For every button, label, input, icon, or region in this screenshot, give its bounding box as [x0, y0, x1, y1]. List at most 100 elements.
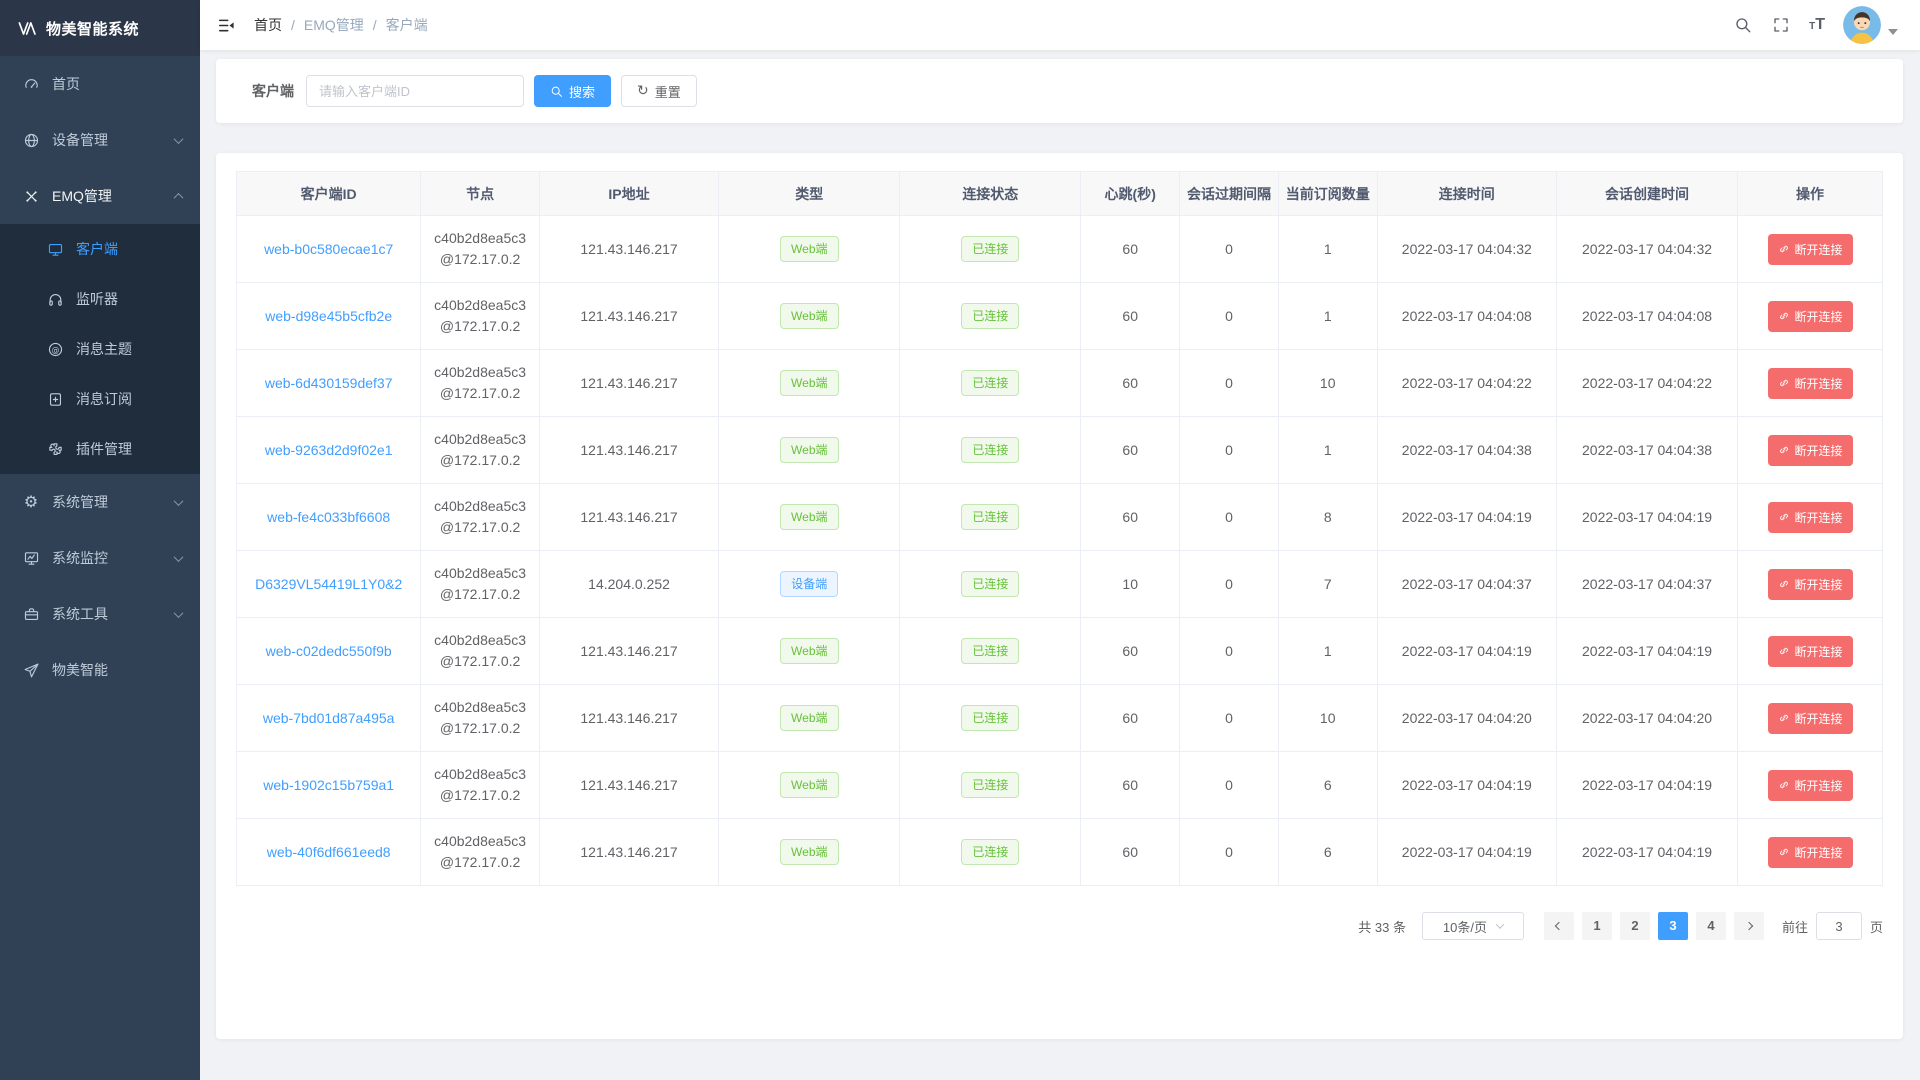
table-row: web-d98e45b5cfb2e c40b2d8ea5c3@172.17.0.…	[237, 283, 1883, 350]
disconnect-button[interactable]: 断开连接	[1768, 502, 1853, 533]
connect-time-cell: 2022-03-17 04:04:37	[1377, 551, 1556, 618]
client-id-link[interactable]: web-fe4c033bf6608	[267, 509, 390, 525]
page-size-select[interactable]: 10条/页	[1422, 912, 1524, 940]
expire-cell: 0	[1180, 417, 1279, 484]
sidebar-item-devices[interactable]: 设备管理	[0, 112, 200, 168]
connect-time-cell: 2022-03-17 04:04:08	[1377, 283, 1556, 350]
paper-plane-icon	[22, 661, 40, 679]
next-page-button[interactable]	[1734, 912, 1764, 940]
status-tag: 已连接	[961, 705, 1019, 731]
chevron-down-icon	[174, 134, 184, 144]
page-button-1[interactable]: 1	[1582, 912, 1612, 940]
sidebar-item-listeners[interactable]: 监听器	[0, 274, 200, 324]
ip-cell: 121.43.146.217	[539, 350, 718, 417]
monitor-chart-icon	[22, 549, 40, 567]
client-id-link[interactable]: web-6d430159def37	[265, 375, 393, 391]
client-id-link[interactable]: web-b0c580ecae1c7	[264, 241, 393, 257]
sidebar-item-system-monitor[interactable]: 系统监控	[0, 530, 200, 586]
sidebar: 物美智能系统 首页 设备管理 EMQ管理	[0, 0, 200, 1080]
sidebar-item-topics[interactable]: @ 消息主题	[0, 324, 200, 374]
session-time-cell: 2022-03-17 04:04:20	[1557, 685, 1738, 752]
reset-button[interactable]: ↻ 重置	[621, 75, 697, 107]
col-heartbeat: 心跳(秒)	[1081, 172, 1180, 216]
ip-cell: 14.204.0.252	[539, 551, 718, 618]
type-tag: 设备端	[780, 571, 838, 597]
table-row: web-fe4c033bf6608 c40b2d8ea5c3@172.17.0.…	[237, 484, 1883, 551]
ip-cell: 121.43.146.217	[539, 484, 718, 551]
font-size-icon[interactable]: TT	[1809, 16, 1825, 34]
topbar-actions: TT	[1733, 6, 1898, 44]
unlink-icon	[1778, 243, 1790, 255]
sidebar-item-system-tools[interactable]: 系统工具	[0, 586, 200, 642]
sidebar-item-wumei-smart[interactable]: 物美智能	[0, 642, 200, 698]
table-body: web-b0c580ecae1c7 c40b2d8ea5c3@172.17.0.…	[237, 216, 1883, 886]
unlink-icon	[1778, 377, 1790, 389]
breadcrumb-emq: EMQ管理	[304, 15, 364, 35]
sidebar-item-home[interactable]: 首页	[0, 56, 200, 112]
page-button-4[interactable]: 4	[1696, 912, 1726, 940]
page-button-2[interactable]: 2	[1620, 912, 1650, 940]
disconnect-button[interactable]: 断开连接	[1768, 234, 1853, 265]
page-jump-input[interactable]	[1816, 912, 1862, 940]
breadcrumb-home[interactable]: 首页	[254, 15, 282, 35]
col-type: 类型	[719, 172, 900, 216]
total-count: 共 33 条	[1358, 917, 1406, 936]
client-id-link[interactable]: web-9263d2d9f02e1	[265, 442, 393, 458]
sidebar-item-plugins[interactable]: 插件管理	[0, 424, 200, 474]
disconnect-button[interactable]: 断开连接	[1768, 435, 1853, 466]
monitor-icon	[46, 240, 64, 258]
disconnect-button[interactable]: 断开连接	[1768, 703, 1853, 734]
prev-page-button[interactable]	[1544, 912, 1574, 940]
node-cell: c40b2d8ea5c3@172.17.0.2	[421, 484, 540, 551]
client-id-link[interactable]: web-7bd01d87a495a	[263, 710, 395, 726]
search-button[interactable]: 搜索	[534, 75, 611, 107]
client-id-link[interactable]: web-c02dedc550f9b	[266, 643, 392, 659]
avatar[interactable]	[1843, 6, 1881, 44]
table-row: web-7bd01d87a495a c40b2d8ea5c3@172.17.0.…	[237, 685, 1883, 752]
clients-table: 客户端ID 节点 IP地址 类型 连接状态 心跳(秒) 会话过期间隔 当前订阅数…	[236, 171, 1883, 886]
search-icon[interactable]	[1733, 15, 1753, 35]
disconnect-button[interactable]: 断开连接	[1768, 569, 1853, 600]
client-id-link[interactable]: web-1902c15b759a1	[263, 777, 394, 793]
user-menu[interactable]	[1843, 6, 1898, 44]
disconnect-button[interactable]: 断开连接	[1768, 770, 1853, 801]
chevron-down-icon	[1496, 920, 1504, 928]
disconnect-button[interactable]: 断开连接	[1768, 301, 1853, 332]
node-cell: c40b2d8ea5c3@172.17.0.2	[421, 685, 540, 752]
headphones-icon	[46, 290, 64, 308]
disconnect-button[interactable]: 断开连接	[1768, 368, 1853, 399]
sidebar-collapse-icon[interactable]	[214, 13, 238, 37]
client-id-link[interactable]: web-40f6df661eed8	[267, 844, 391, 860]
sidebar-item-emq[interactable]: EMQ管理	[0, 168, 200, 224]
client-id-input[interactable]	[306, 75, 524, 107]
disconnect-button[interactable]: 断开连接	[1768, 636, 1853, 667]
heartbeat-cell: 60	[1081, 350, 1180, 417]
disconnect-button[interactable]: 断开连接	[1768, 837, 1853, 868]
col-client-id: 客户端ID	[237, 172, 421, 216]
client-id-link[interactable]: D6329VL54419L1Y0&2	[255, 576, 402, 592]
client-id-link[interactable]: web-d98e45b5cfb2e	[265, 308, 392, 324]
fullscreen-icon[interactable]	[1771, 15, 1791, 35]
connect-time-cell: 2022-03-17 04:04:22	[1377, 350, 1556, 417]
main-area: 首页 / EMQ管理 / 客户端 TT	[200, 0, 1920, 1080]
subscriptions-cell: 10	[1278, 685, 1377, 752]
table-header-row: 客户端ID 节点 IP地址 类型 连接状态 心跳(秒) 会话过期间隔 当前订阅数…	[237, 172, 1883, 216]
session-time-cell: 2022-03-17 04:04:08	[1557, 283, 1738, 350]
expire-cell: 0	[1180, 216, 1279, 283]
status-tag: 已连接	[961, 236, 1019, 262]
type-tag: Web端	[780, 705, 838, 731]
chevron-down-icon	[174, 552, 184, 562]
heartbeat-cell: 60	[1081, 819, 1180, 886]
sidebar-item-clients[interactable]: 客户端	[0, 224, 200, 274]
app-logo[interactable]: 物美智能系统	[0, 0, 200, 56]
sidebar-item-system-admin[interactable]: ⚙ 系统管理	[0, 474, 200, 530]
unlink-icon	[1778, 779, 1790, 791]
globe-icon	[22, 131, 40, 149]
ip-cell: 121.43.146.217	[539, 685, 718, 752]
page-button-3-active[interactable]: 3	[1658, 912, 1688, 940]
svg-text:@: @	[51, 345, 59, 354]
connect-time-cell: 2022-03-17 04:04:19	[1377, 752, 1556, 819]
expire-cell: 0	[1180, 618, 1279, 685]
chevron-down-icon	[174, 608, 184, 618]
sidebar-item-subscriptions[interactable]: 消息订阅	[0, 374, 200, 424]
